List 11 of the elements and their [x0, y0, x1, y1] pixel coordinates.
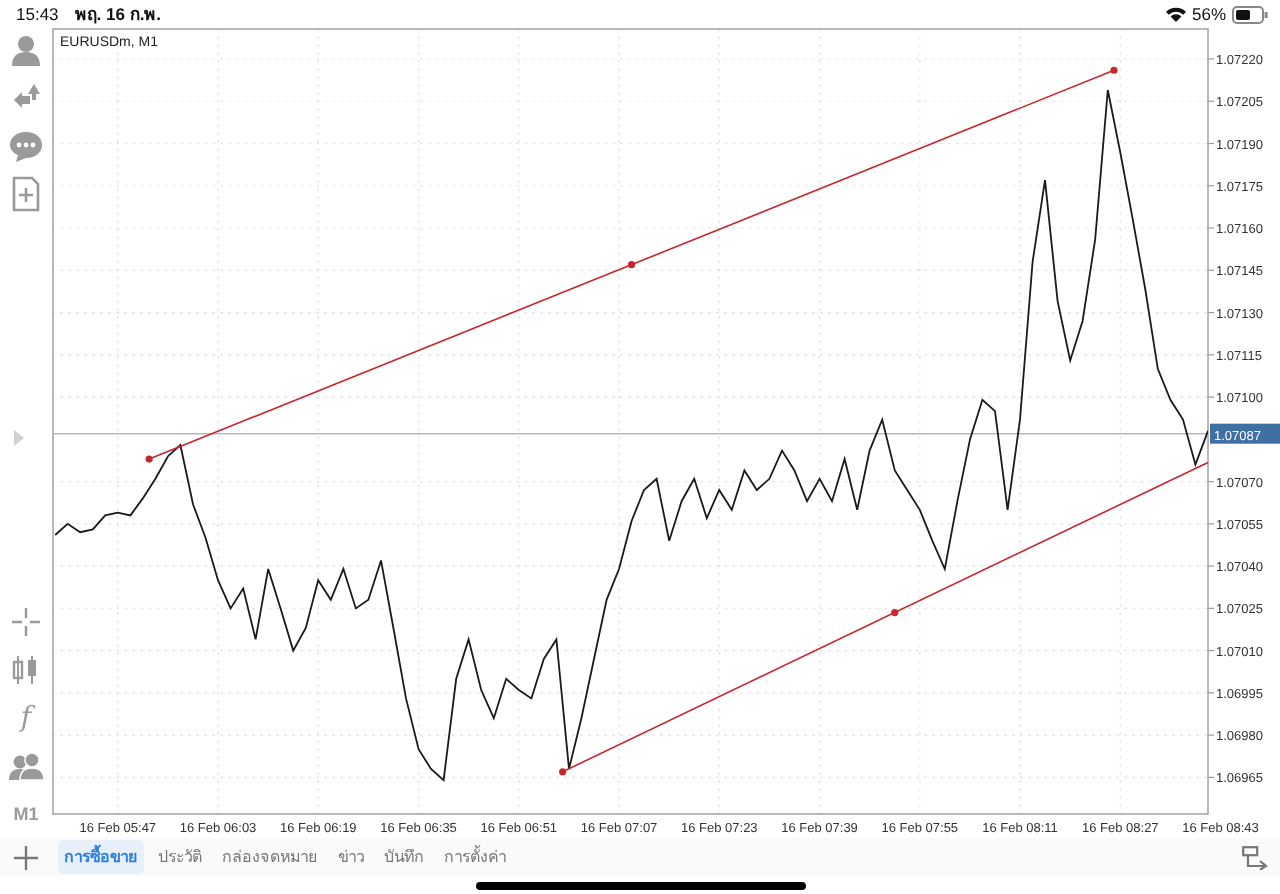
tab[interactable]: การซื้อขาย	[58, 840, 144, 874]
tab[interactable]: กล่องจดหมาย	[216, 840, 324, 874]
tab[interactable]: ข่าว	[332, 840, 370, 874]
tab[interactable]: การตั้งค่า	[438, 840, 512, 874]
battery-percent: 56%	[1191, 4, 1226, 24]
clock-time: 15:43	[16, 4, 59, 24]
date-text: พฤ. 16 ก.พ.	[74, 2, 162, 28]
function-icon[interactable]: f	[20, 700, 32, 736]
tab[interactable]: บันทึก	[378, 840, 430, 874]
timeframe-button[interactable]: M1	[13, 796, 39, 832]
tab[interactable]: ประวัติ	[152, 840, 208, 874]
